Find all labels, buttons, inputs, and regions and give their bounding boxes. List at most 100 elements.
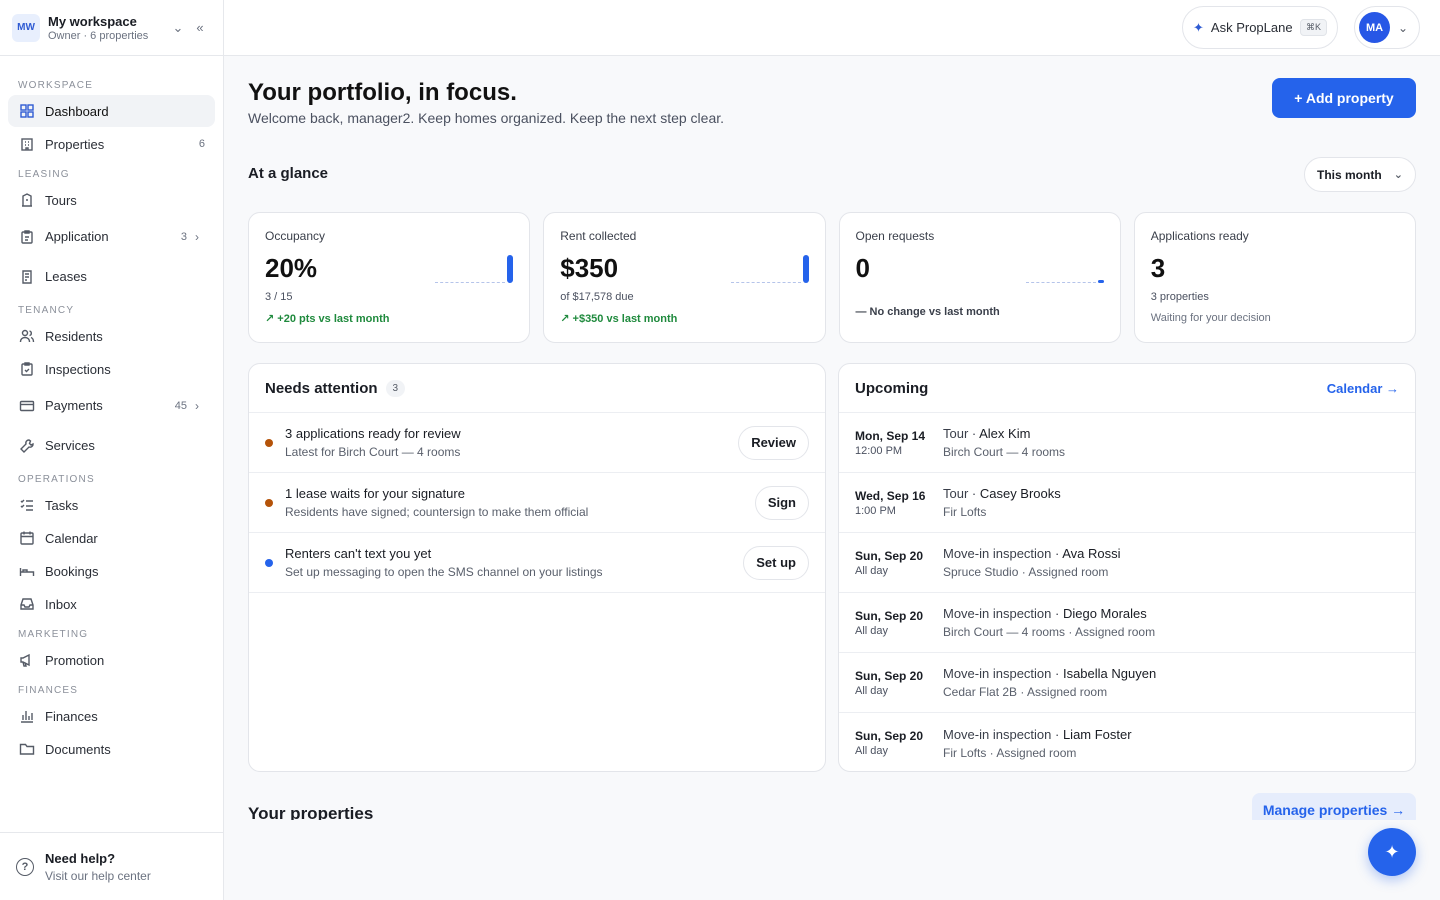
sidebar-item-label: Tasks	[45, 497, 79, 513]
attention-action-button[interactable]: Sign	[754, 485, 809, 520]
kpi-card[interactable]: Applications ready 3 3 properties Waiting …	[1133, 212, 1416, 343]
sidebar-item-documents[interactable]: Documents	[8, 733, 215, 765]
date-range-select[interactable]: This month ⌄	[1304, 157, 1416, 192]
attention-subtitle: Residents have signed; countersign to ma…	[285, 505, 589, 519]
attention-subtitle: Latest for Birch Court — 4 rooms	[285, 445, 461, 459]
page-title: Your portfolio, in focus.	[248, 79, 517, 106]
tasks-icon	[18, 496, 36, 514]
event-date: Sun, Sep 20	[855, 548, 924, 563]
workspace-switcher[interactable]: MW My workspace Owner · 6 properties ⌄ «	[0, 0, 223, 56]
sidebar-item-bookings[interactable]: Bookings	[8, 555, 215, 587]
upcoming-event[interactable]: Sun, Sep 20 All day Move-in inspection ·…	[839, 533, 1415, 593]
chevron-right-icon: ›	[195, 398, 199, 413]
count-badge: 3	[385, 379, 406, 397]
chevron-down-icon[interactable]: ⌄	[167, 20, 189, 36]
kpi-card[interactable]: Rent collected $350 of $17,578 due ↗ +$350…	[543, 212, 826, 343]
kpi-label: Rent collected	[560, 229, 637, 243]
event-time: All day	[855, 624, 889, 637]
event-detail: Birch Court — 4 rooms	[943, 445, 1066, 459]
sidebar-item-services[interactable]: Services	[8, 426, 215, 465]
event-person: Liam Foster	[1062, 726, 1132, 742]
panel-title: Upcoming	[855, 379, 929, 397]
user-menu[interactable]: MA ⌄	[1354, 6, 1420, 49]
calendar-link[interactable]: Calendar →	[1327, 381, 1399, 396]
event-date: Mon, Sep 14	[855, 428, 926, 443]
event-detail: Fir Lofts · Assigned room	[943, 745, 1077, 760]
upcoming-event[interactable]: Sun, Sep 20 All day Move-in inspection ·…	[839, 713, 1415, 771]
add-property-button[interactable]: + Add property	[1272, 78, 1416, 118]
shortcut-badge: ⌘K	[1299, 19, 1327, 36]
calendar-icon	[18, 529, 36, 547]
main-content: Your portfolio, in focus. Welcome back, …	[248, 56, 1416, 900]
sidebar-item-tasks[interactable]: Tasks	[8, 489, 215, 521]
attention-subtitle: Set up messaging to open the SMS channel…	[285, 565, 603, 579]
event-type: Move-in inspection ·	[943, 546, 1063, 561]
sidebar-item-application[interactable]: Application 3 ›	[8, 217, 215, 256]
sidebar-item-label: Leases	[45, 269, 87, 284]
upcoming-event[interactable]: Sun, Sep 20 All day Move-in inspection ·…	[839, 593, 1415, 653]
attention-item: 1 lease waits for your signature Residen…	[249, 473, 825, 533]
event-date: Sun, Sep 20	[855, 729, 924, 743]
status-dot	[265, 438, 273, 447]
event-detail: Spruce Studio · Assigned room	[943, 565, 1109, 579]
sidebar-item-label: Inspections	[45, 361, 111, 377]
help-center-link[interactable]: ? Need help? Visit our help center	[0, 832, 223, 900]
ask-label: Ask PropLane	[1210, 20, 1293, 35]
sidebar-item-inbox[interactable]: Inbox	[8, 588, 215, 620]
collapse-sidebar-icon[interactable]: «	[189, 20, 211, 35]
kpi-label: Occupancy	[265, 229, 326, 243]
content-fade	[248, 820, 1416, 900]
chevron-down-icon: ⌄	[1398, 20, 1409, 35]
help-title: Need help?	[45, 850, 116, 866]
sidebar-item-payments[interactable]: Payments 45 ›	[8, 386, 215, 425]
kpi-sparkline	[435, 253, 514, 283]
ask-assistant-button[interactable]: ✦ Ask PropLane ⌘K	[1182, 6, 1338, 49]
building-icon	[18, 135, 36, 153]
sidebar-item-label: Residents	[45, 328, 103, 344]
event-date: Wed, Sep 16	[855, 488, 926, 503]
sidebar-item-calendar[interactable]: Calendar	[8, 522, 215, 554]
sidebar-item-inspections[interactable]: Inspections	[8, 353, 215, 385]
event-date: Sun, Sep 20	[855, 668, 924, 683]
kpi-card[interactable]: Open requests 0— No change vs last month	[838, 212, 1121, 343]
status-dot	[265, 558, 273, 567]
kpi-label: Open requests	[855, 229, 935, 243]
kpi-label: Applications ready	[1150, 229, 1249, 243]
residents-icon	[18, 327, 36, 345]
sidebar-item-residents[interactable]: Residents	[8, 320, 215, 352]
event-person: Casey Brooks	[979, 486, 1061, 501]
kpi-subtext: 3 properties	[1150, 291, 1209, 303]
card-icon	[18, 397, 36, 415]
attention-item: 3 applications ready for review Latest f…	[249, 413, 825, 473]
avatar: MA	[1359, 12, 1390, 43]
dashboard-icon	[18, 102, 36, 120]
upcoming-event[interactable]: Wed, Sep 16 1:00 PM Tour · Casey Brooks …	[839, 473, 1415, 533]
sidebar-item-dashboard[interactable]: Dashboard	[8, 95, 215, 127]
sidebar-item-properties[interactable]: Properties 6	[8, 128, 215, 160]
upcoming-event[interactable]: Sun, Sep 20 All day Move-in inspection ·…	[839, 653, 1415, 713]
event-time: 1:00 PM	[855, 504, 896, 517]
sidebar-item-finances[interactable]: Finances	[8, 700, 215, 732]
megaphone-icon	[18, 651, 36, 669]
event-type: Move-in inspection ·	[943, 666, 1063, 681]
chart-icon	[18, 707, 36, 725]
kpi-trend: Waiting for your decision	[1150, 312, 1271, 324]
kpi-sparkline	[1025, 253, 1104, 283]
panel-title: Needs attention	[265, 379, 378, 397]
attention-title: Renters can't text you yet	[285, 546, 432, 561]
sidebar-item-promotion[interactable]: Promotion	[8, 644, 215, 676]
assistant-fab[interactable]: ✦	[1368, 828, 1416, 876]
sidebar-item-tours[interactable]: Tours	[8, 184, 215, 216]
attention-action-button[interactable]: Set up	[743, 545, 809, 580]
nav-section-heading: LEASING	[18, 169, 70, 180]
sidebar-item-label: Calendar	[45, 530, 98, 546]
event-person: Ava Rossi	[1062, 546, 1121, 561]
upcoming-event[interactable]: Mon, Sep 14 12:00 PM Tour · Alex Kim Bir…	[839, 413, 1415, 473]
event-type: Move-in inspection ·	[943, 606, 1063, 621]
nav-section-heading: FINANCES	[18, 685, 79, 696]
kpi-card[interactable]: Occupancy 20% 3 / 15 ↗ +20 pts vs last mon…	[248, 212, 531, 343]
kpi-cards: Occupancy 20% 3 / 15 ↗ +20 pts vs last mon…	[248, 212, 1416, 343]
kpi-sparkline	[730, 253, 809, 283]
sidebar-item-leases[interactable]: Leases	[8, 257, 215, 296]
attention-action-button[interactable]: Review	[738, 425, 809, 460]
